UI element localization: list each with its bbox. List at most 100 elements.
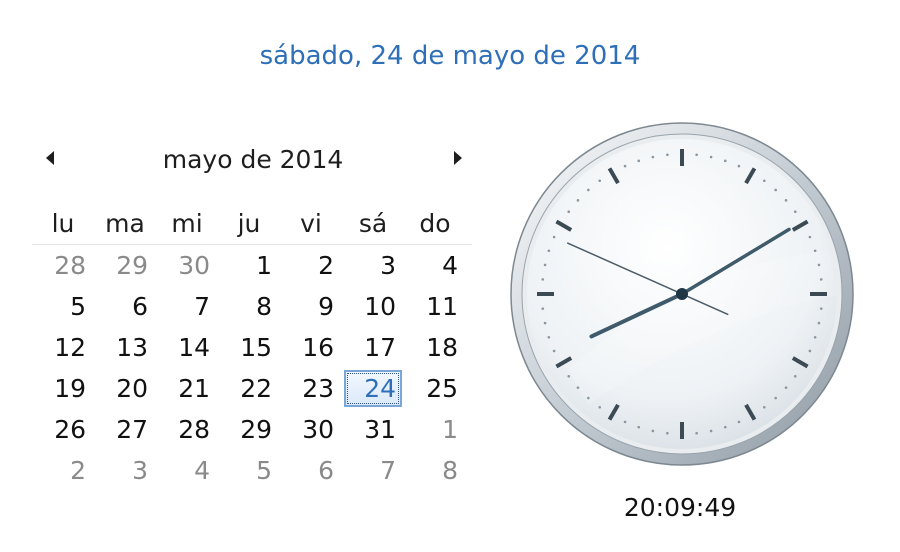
day-cell[interactable]: 15 xyxy=(218,327,280,368)
long-date-link[interactable]: sábado, 24 de mayo de 2014 xyxy=(0,36,900,76)
day-cell[interactable]: 2 xyxy=(280,245,342,286)
minute-dot xyxy=(541,278,545,281)
weekday-label: vi xyxy=(300,208,322,238)
day-cell-prev-month[interactable]: 30 xyxy=(156,245,218,286)
day-cell-today-selected[interactable]: 24 xyxy=(342,368,404,409)
minute-dot xyxy=(762,179,766,183)
minute-dot xyxy=(819,278,823,281)
day-cell[interactable]: 17 xyxy=(342,327,404,368)
minute-dot xyxy=(598,405,602,409)
weekday-label: mi xyxy=(171,208,203,238)
day-cell[interactable]: 18 xyxy=(404,327,466,368)
day-cell[interactable]: 8 xyxy=(218,286,280,327)
minute-dot xyxy=(808,235,812,239)
day-cell[interactable]: 5 xyxy=(32,286,94,327)
day-cell[interactable]: 31 xyxy=(342,409,404,450)
clock-face-icon xyxy=(510,122,854,466)
day-cell[interactable]: 7 xyxy=(156,286,218,327)
minute-dot xyxy=(547,249,551,253)
minute-dot xyxy=(737,164,741,168)
minute-dot xyxy=(813,249,817,253)
minute-dot xyxy=(552,235,556,239)
minute-dot xyxy=(817,263,821,267)
week-row: 26 27 28 29 30 31 1 xyxy=(32,409,472,450)
day-cell[interactable]: 11 xyxy=(404,286,466,327)
day-cell-next-month[interactable]: 7 xyxy=(342,450,404,491)
minute-dot xyxy=(793,374,797,378)
week-row: 2 3 4 5 6 7 8 xyxy=(32,450,472,491)
minute-dot xyxy=(723,159,727,163)
minute-dot xyxy=(813,335,817,339)
minute-dot xyxy=(695,431,698,435)
day-cell-next-month[interactable]: 4 xyxy=(156,450,218,491)
weekday-header-row: lu ma mi ju vi sá do xyxy=(32,202,472,245)
weekday-label: sá xyxy=(358,208,388,238)
day-cell[interactable]: 22 xyxy=(218,368,280,409)
minute-dot xyxy=(637,425,641,429)
day-cell[interactable]: 14 xyxy=(156,327,218,368)
day-cell[interactable]: 21 xyxy=(156,368,218,409)
minute-dot xyxy=(543,321,547,325)
minute-dot xyxy=(623,164,627,168)
day-cell[interactable]: 27 xyxy=(94,409,156,450)
minute-dot xyxy=(737,420,741,424)
day-cell[interactable]: 13 xyxy=(94,327,156,368)
day-cell-prev-month[interactable]: 29 xyxy=(94,245,156,286)
minute-dot xyxy=(784,386,788,389)
day-cell[interactable]: 20 xyxy=(94,368,156,409)
minute-dot xyxy=(547,335,551,339)
day-cell-next-month[interactable]: 3 xyxy=(94,450,156,491)
minute-dot xyxy=(576,386,580,389)
minute-dot xyxy=(819,307,823,310)
day-cell-next-month[interactable]: 8 xyxy=(404,450,466,491)
week-row: 28 29 30 1 2 3 4 xyxy=(32,245,472,286)
day-cell[interactable]: 4 xyxy=(404,245,466,286)
day-cell[interactable]: 12 xyxy=(32,327,94,368)
clock-center-pin xyxy=(676,288,688,300)
day-cell-next-month[interactable]: 2 xyxy=(32,450,94,491)
digital-time: 20:09:49 xyxy=(623,493,737,522)
day-cell[interactable]: 29 xyxy=(218,409,280,450)
minute-dot xyxy=(666,431,669,435)
day-cell[interactable]: 30 xyxy=(280,409,342,450)
weekday-label: ma xyxy=(105,208,145,238)
minute-dot xyxy=(623,420,627,424)
day-cell[interactable]: 9 xyxy=(280,286,342,327)
weekday-label: lu xyxy=(51,208,75,238)
week-row: 12 13 14 15 16 17 18 xyxy=(32,327,472,368)
weekday-label: ju xyxy=(237,208,261,238)
previous-month-button[interactable] xyxy=(38,146,62,170)
minute-dot xyxy=(576,199,580,202)
day-cell-prev-month[interactable]: 28 xyxy=(32,245,94,286)
day-cell-next-month[interactable]: 6 xyxy=(280,450,342,491)
day-cell[interactable]: 1 xyxy=(218,245,280,286)
minute-dot xyxy=(774,396,777,400)
minute-dot xyxy=(695,153,698,157)
weekday-label: do xyxy=(419,208,451,238)
week-row: 5 6 7 8 9 10 11 xyxy=(32,286,472,327)
week-row: 19 20 21 22 23 24 25 xyxy=(32,368,472,409)
analog-clock xyxy=(508,120,856,468)
minute-dot xyxy=(567,374,571,378)
day-cell[interactable]: 10 xyxy=(342,286,404,327)
minute-dot xyxy=(709,429,713,433)
minute-dot xyxy=(637,159,641,163)
day-cell[interactable]: 19 xyxy=(32,368,94,409)
next-month-button[interactable] xyxy=(446,146,470,170)
day-cell[interactable]: 25 xyxy=(404,368,466,409)
minute-dot xyxy=(651,155,655,159)
month-year-title[interactable]: mayo de 2014 xyxy=(100,140,406,180)
day-cell[interactable]: 23 xyxy=(280,368,342,409)
triangle-right-icon xyxy=(454,151,462,165)
day-cell[interactable]: 26 xyxy=(32,409,94,450)
day-cell[interactable]: 28 xyxy=(156,409,218,450)
day-cell-next-month[interactable]: 5 xyxy=(218,450,280,491)
calendar-grid: lu ma mi ju vi sá do 28 29 30 1 2 3 4 5 … xyxy=(32,202,472,491)
day-cell[interactable]: 6 xyxy=(94,286,156,327)
day-cell[interactable]: 16 xyxy=(280,327,342,368)
minute-dot xyxy=(587,396,590,400)
day-cell-next-month[interactable]: 1 xyxy=(404,409,466,450)
minute-dot xyxy=(723,425,727,429)
day-cell[interactable]: 3 xyxy=(342,245,404,286)
minute-dot xyxy=(567,210,571,214)
